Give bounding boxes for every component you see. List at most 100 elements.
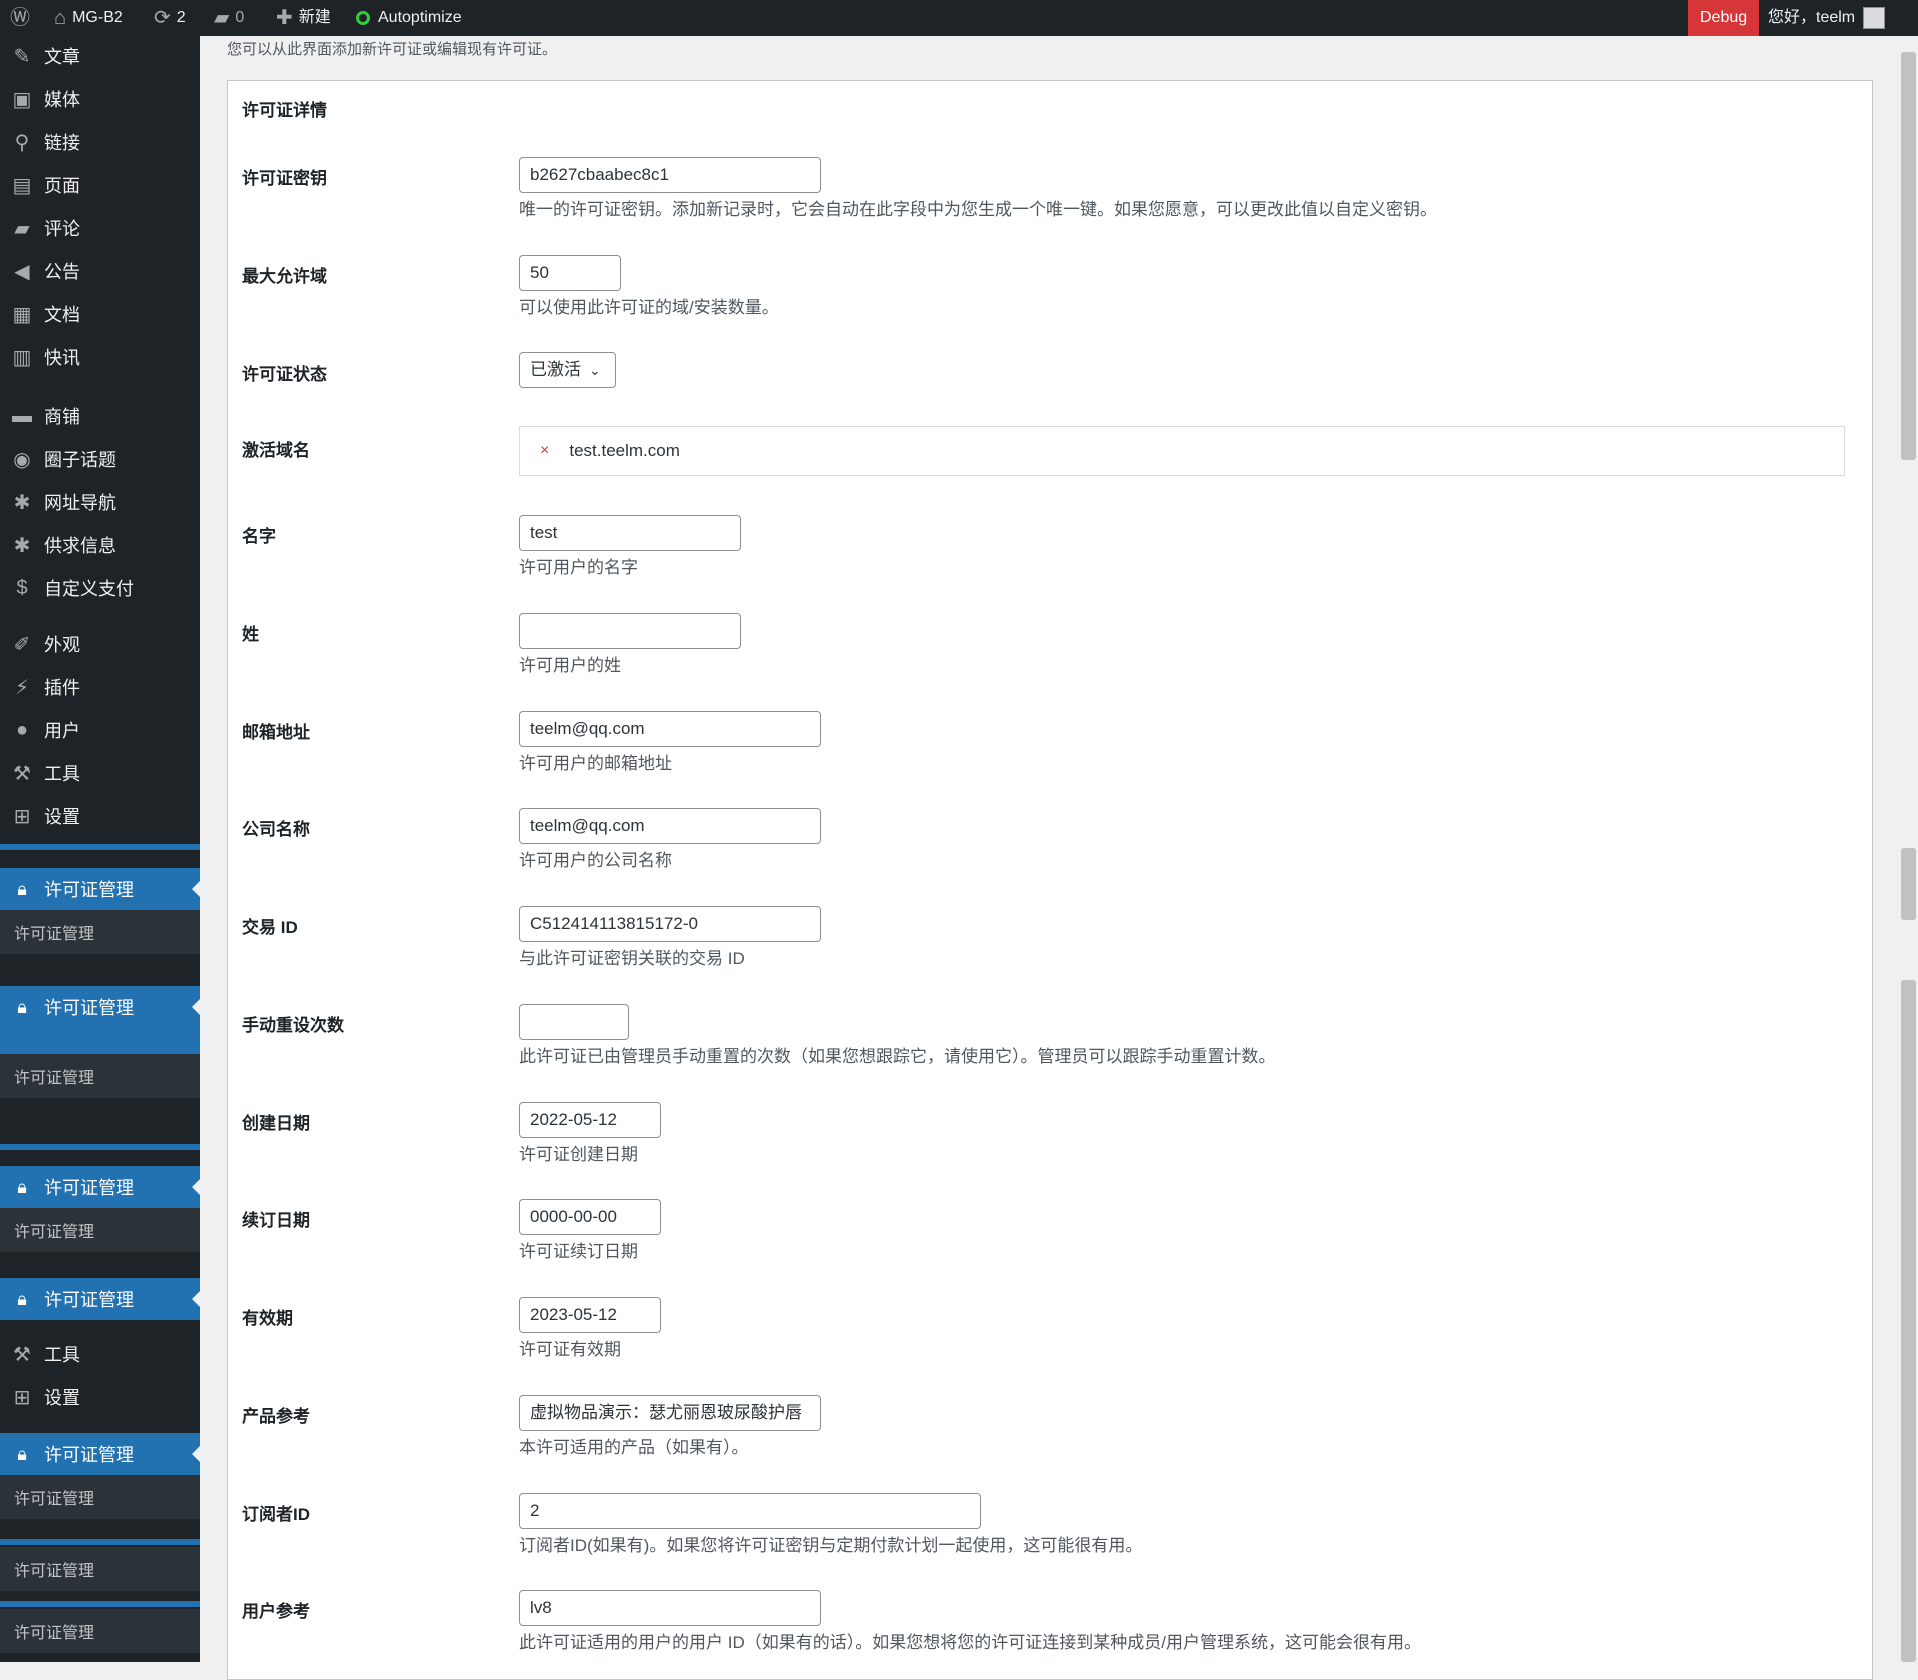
plugin-icon: ⚡ (14, 676, 30, 699)
menu-announcements[interactable]: ◀ 公告 (0, 251, 200, 291)
comments-link[interactable]: ▰ 0 (214, 0, 244, 36)
created-date-input[interactable]: 2022-05-12 (519, 1102, 661, 1138)
current-arrow (192, 881, 200, 897)
first-name-input[interactable]: test (519, 515, 741, 551)
menu-news[interactable]: ▥ 快讯 (0, 337, 200, 377)
menu-license-manager[interactable]: 🔒︎ 许可证管理 (0, 1278, 200, 1320)
menu-license-manager[interactable]: 🔒︎ 许可证管理 (0, 868, 200, 910)
menu-separator (0, 844, 200, 850)
megaphone-icon: ◀ (14, 260, 30, 283)
renewed-date-input[interactable]: 0000-00-00 (519, 1199, 661, 1235)
remove-domain-icon[interactable]: × (540, 442, 549, 460)
menu-license-manager[interactable]: 🔒︎ 许可证管理 (0, 986, 200, 1028)
email-input[interactable]: teelm@qq.com (519, 711, 821, 747)
menu-tools[interactable]: ⚒ 工具 (0, 1334, 200, 1374)
last-name-input[interactable] (519, 613, 741, 649)
product-ref-input[interactable]: 虚拟物品演示：瑟尤丽恩玻尿酸护唇 (519, 1395, 821, 1431)
menu-pages[interactable]: ▤ 页面 (0, 165, 200, 205)
submenu-license-manager[interactable]: 许可证管理 (0, 1475, 200, 1519)
manual-reset-input[interactable] (519, 1004, 629, 1040)
email-label: 邮箱地址 (242, 723, 310, 742)
max-domains-input[interactable]: 50 (519, 255, 621, 291)
subscriber-id-input[interactable]: 2 (519, 1493, 981, 1529)
license-status-select[interactable]: 已激活 ⌄ (519, 352, 616, 388)
menu-plugins[interactable]: ⚡ 插件 (0, 667, 200, 707)
lock-icon: 🔒︎ (17, 1288, 27, 1309)
lock-icon: 🔒︎ (17, 1443, 27, 1464)
created-date-desc: 许可证创建日期 (519, 1145, 638, 1164)
current-arrow (192, 1179, 200, 1195)
menu-separator (0, 1601, 200, 1607)
menu-settings[interactable]: ⊞ 设置 (0, 796, 200, 836)
menu-media[interactable]: ▣ 媒体 (0, 79, 200, 119)
menu-users[interactable]: ● 用户 (0, 710, 200, 750)
license-key-input[interactable]: b2627cbaabec8c1 (519, 157, 821, 193)
license-status-label: 许可证状态 (242, 365, 327, 384)
paw-icon: ✱ (13, 491, 31, 514)
txn-id-input[interactable]: C512414113815172-0 (519, 906, 821, 942)
autoptimize-link[interactable]: Autoptimize (356, 0, 462, 36)
menu-circles[interactable]: ◉ 圈子话题 (0, 439, 200, 479)
renewed-date-label: 续订日期 (242, 1211, 310, 1230)
company-label: 公司名称 (242, 820, 310, 839)
news-icon: ▥ (12, 346, 32, 369)
site-name: MG-B2 (72, 9, 123, 26)
email-desc: 许可用户的邮箱地址 (519, 754, 672, 773)
dollar-icon: $ (16, 576, 28, 599)
updates-link[interactable]: ⟳ 2 (154, 0, 186, 36)
comment-icon: ▰ (214, 7, 230, 29)
status-circle-icon (356, 11, 370, 25)
menu-links[interactable]: ⚲ 链接 (0, 122, 200, 162)
menu-shop[interactable]: ▬ 商铺 (0, 396, 200, 436)
new-content-link[interactable]: ✚ 新建 (276, 0, 331, 36)
submenu-license-manager[interactable]: 许可证管理 (0, 1609, 200, 1653)
menu-tools[interactable]: ⚒ 工具 (0, 753, 200, 793)
scrollbar-thumb-tertiary[interactable] (1901, 980, 1916, 1662)
submenu-license-manager[interactable]: 许可证管理 (0, 1208, 200, 1252)
my-account-link[interactable]: 您好，teelm (1768, 0, 1886, 36)
menu-supply-demand[interactable]: ✱ 供求信息 (0, 525, 200, 565)
section-title: 许可证详情 (242, 101, 327, 120)
menu-appearance[interactable]: ✐ 外观 (0, 624, 200, 664)
max-domains-desc: 可以使用此许可证的域/安装数量。 (519, 298, 779, 317)
debug-button[interactable]: Debug (1688, 0, 1760, 36)
first-name-desc: 许可用户的名字 (519, 558, 638, 577)
expiry-date-label: 有效期 (242, 1309, 293, 1328)
scrollbar-thumb-secondary[interactable] (1901, 848, 1916, 920)
menu-custom-pay[interactable]: $ 自定义支付 (0, 568, 200, 608)
menu-nav-sites[interactable]: ✱ 网址导航 (0, 482, 200, 522)
license-status-value: 已激活 (530, 360, 581, 379)
current-arrow (192, 999, 200, 1015)
menu-license-manager[interactable]: 🔒︎ 许可证管理 (0, 1433, 200, 1475)
new-label: 新建 (298, 9, 331, 26)
menu-posts[interactable]: ✎ 文章 (0, 36, 200, 76)
debug-label: Debug (1700, 9, 1748, 26)
site-name-link[interactable]: ⌂ MG-B2 (54, 0, 123, 36)
menu-license-manager[interactable]: 🔒︎ 许可证管理 (0, 1166, 200, 1208)
expiry-date-input[interactable]: 2023-05-12 (519, 1297, 661, 1333)
user-ref-desc: 此许可证适用的用户的用户 ID（如果有的话）。如果您想将您的许可证连接到某种成员… (519, 1633, 1421, 1652)
comments-count: 0 (235, 9, 245, 26)
comment-icon: ▰ (14, 217, 30, 240)
scrollbar-thumb[interactable] (1901, 52, 1916, 460)
submenu-license-manager[interactable]: 许可证管理 (0, 1547, 200, 1591)
submenu-license-manager[interactable]: 许可证管理 (0, 1054, 200, 1098)
wordpress-logo-icon[interactable]: Ⓦ (10, 0, 36, 36)
admin-bar: Ⓦ ⌂ MG-B2 ⟳ 2 ▰ 0 ✚ 新建 Autoptimize Debug… (0, 0, 1918, 36)
link-icon: ⚲ (14, 131, 30, 154)
paw-icon: ✱ (13, 534, 31, 557)
refresh-icon: ⟳ (154, 7, 171, 29)
current-arrow (192, 1291, 200, 1307)
user-ref-input[interactable]: lv8 (519, 1590, 821, 1626)
submenu-license-manager[interactable]: 许可证管理 (0, 910, 200, 954)
company-input[interactable]: teelm@qq.com (519, 808, 821, 844)
menu-comments[interactable]: ▰ 评论 (0, 208, 200, 248)
brush-icon: ✐ (13, 633, 31, 656)
shop-icon: ▬ (12, 404, 32, 427)
admin-sidebar: ✎ 文章 ▣ 媒体 ⚲ 链接 ▤ 页面 ▰ 评论 ◀ 公告 ▦ 文档 ▥ 快讯 ▬ 商铺 ◉ 圈子话… (0, 36, 200, 1662)
circle-icon: ◉ (13, 448, 31, 471)
page-intro: 您可以从此界面添加新许可证或编辑现有许可证。 (227, 41, 558, 58)
menu-separator (0, 1539, 200, 1545)
menu-settings[interactable]: ⊞ 设置 (0, 1377, 200, 1417)
menu-documents[interactable]: ▦ 文档 (0, 294, 200, 334)
